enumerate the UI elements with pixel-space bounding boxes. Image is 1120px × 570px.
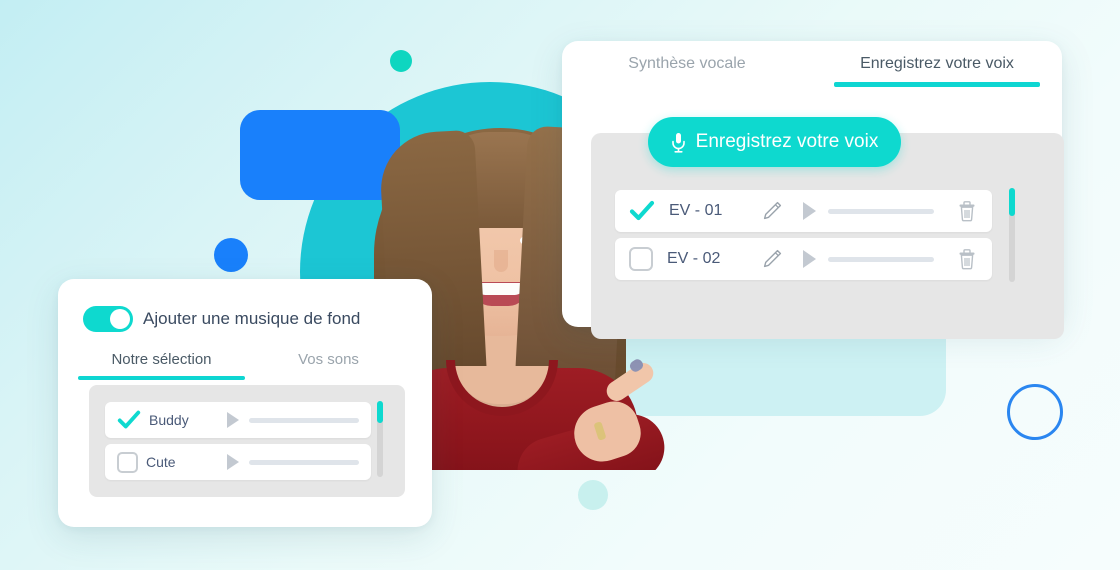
play-icon[interactable] <box>803 202 816 220</box>
recording-row[interactable]: EV - 01 <box>615 190 992 232</box>
tab-vos-sons[interactable]: Vos sons <box>245 351 412 380</box>
tab-notre-selection[interactable]: Notre sélection <box>78 351 245 380</box>
edit-icon[interactable] <box>761 200 783 222</box>
teal-dot-shape <box>390 50 412 72</box>
background-music-label: Ajouter une musique de fond <box>143 309 361 328</box>
delete-icon[interactable] <box>956 199 978 223</box>
recording-label: EV - 01 <box>669 202 723 219</box>
play-icon[interactable] <box>803 250 816 268</box>
nose <box>494 250 508 272</box>
music-panel-tabs: Notre sélection Vos sons <box>78 351 412 380</box>
toggle-knob <box>110 309 130 329</box>
music-list-scrollbar[interactable] <box>377 401 383 477</box>
record-voice-button[interactable]: Enregistrez votre voix <box>648 117 901 167</box>
voice-panel-tabs: Synthèse vocale Enregistrez votre voix <box>562 41 1062 97</box>
recording-row[interactable]: EV - 02 <box>615 238 992 280</box>
voice-recording-panel: Synthèse vocale Enregistrez votre voix <box>562 41 1064 339</box>
checkbox-unchecked[interactable] <box>117 451 138 473</box>
blue-ring-shape <box>1007 384 1063 440</box>
progress-bar[interactable] <box>828 208 934 214</box>
progress-bar[interactable] <box>249 417 359 423</box>
scrollbar-thumb[interactable] <box>377 401 383 423</box>
checkmark-icon[interactable] <box>629 198 655 224</box>
blue-dot-shape <box>214 238 248 272</box>
tab-enregistrez-votre-voix[interactable]: Enregistrez votre voix <box>812 55 1062 87</box>
scrollbar-thumb[interactable] <box>1009 188 1015 216</box>
mint-dot-shape <box>578 480 608 510</box>
edit-icon[interactable] <box>761 248 783 270</box>
play-icon[interactable] <box>227 454 239 470</box>
checkmark-icon[interactable] <box>117 408 141 432</box>
progress-bar[interactable] <box>249 459 359 465</box>
record-button-label: Enregistrez votre voix <box>695 131 879 152</box>
music-track-actions <box>205 412 359 428</box>
music-track-actions <box>205 454 359 470</box>
delete-icon[interactable] <box>956 247 978 271</box>
music-track-row[interactable]: Buddy <box>105 402 371 438</box>
music-track-label: Cute <box>146 454 176 470</box>
progress-bar[interactable] <box>828 256 934 262</box>
voice-list-scrollbar[interactable] <box>1009 188 1015 282</box>
recording-actions <box>761 199 978 223</box>
recording-actions <box>761 247 978 271</box>
recording-label: EV - 02 <box>667 250 721 267</box>
checkbox-unchecked[interactable] <box>629 247 653 271</box>
music-track-row[interactable]: Cute <box>105 444 371 480</box>
background-music-toggle[interactable] <box>83 306 133 332</box>
page-root: Synthèse vocale Enregistrez votre voix E… <box>0 0 1120 570</box>
microphone-icon <box>671 132 686 153</box>
music-track-label: Buddy <box>149 412 189 428</box>
tab-synthese-vocale[interactable]: Synthèse vocale <box>562 55 812 87</box>
play-icon[interactable] <box>227 412 239 428</box>
